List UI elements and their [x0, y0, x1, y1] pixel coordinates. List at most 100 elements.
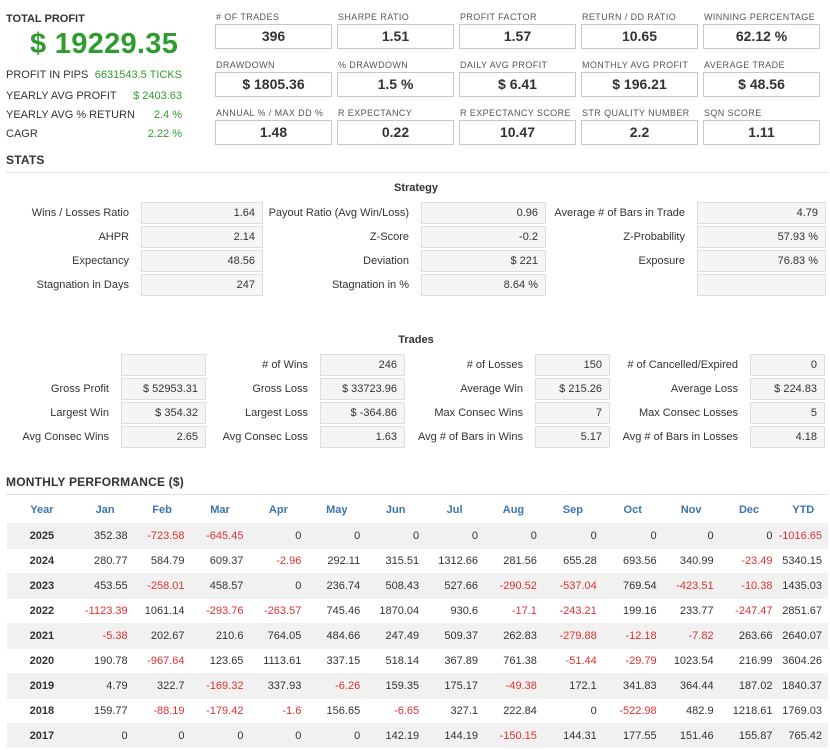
month-value-cell: 262.83	[484, 622, 543, 648]
metric-label: DRAWDOWN	[216, 60, 275, 70]
cagr-row: CAGR 2.22 %	[6, 128, 182, 144]
month-value-cell: 508.43	[366, 572, 426, 598]
table-row: 2017 0 0 0 0 0 142.19 144.19 -150.15 144.31 177.55…	[7, 722, 828, 748]
month-value-cell: 159.77	[76, 697, 134, 723]
metric-value: $ 1805.36	[215, 72, 332, 97]
trades-label: Avg # of Bars in Losses	[622, 431, 738, 443]
month-value-cell: -17.1	[484, 597, 543, 623]
month-value-cell: 144.31	[542, 722, 603, 748]
month-value-cell: 769.54	[602, 572, 663, 598]
trades-value	[121, 354, 206, 376]
metric-label: R EXPECTANCY SCORE	[460, 108, 571, 118]
trades-value: $ 33723.96	[320, 378, 405, 400]
month-value-cell: 292.11	[307, 547, 367, 573]
column-header-may: May	[307, 497, 367, 523]
month-value-cell: -12.18	[602, 622, 663, 648]
monthly-performance-table: Year Jan Feb Mar Apr May Jun Jul Aug Sep Oct Nov Dec…	[7, 497, 828, 748]
month-value-cell: 187.02	[719, 672, 779, 698]
month-value-cell: 222.84	[484, 697, 543, 723]
month-value-cell: 337.93	[249, 672, 308, 698]
month-value-cell: 765.42	[778, 722, 828, 748]
month-value-cell: -49.38	[484, 672, 543, 698]
info-label: YEARLY AVG PROFIT	[6, 90, 117, 102]
month-value-cell: 175.17	[425, 672, 485, 698]
month-value-cell: -243.21	[542, 597, 603, 623]
month-value-cell: -645.45	[190, 522, 250, 548]
month-value-cell: 0	[719, 522, 779, 548]
table-row: 2020 190.78 -967.64 123.65 1113.61 337.15 518.…	[7, 647, 828, 673]
table-row: 2023 453.55 -258.01 458.57 0 236.74 508.43 527.…	[7, 572, 828, 598]
month-value-cell: 1312.66	[425, 547, 485, 573]
info-value: 2.4 %	[153, 109, 182, 121]
month-value-cell: 156.65	[307, 697, 367, 723]
metric-label: PROFIT FACTOR	[460, 12, 537, 22]
metric-label: SQN SCORE	[704, 108, 762, 118]
trades-value: 1.63	[320, 426, 405, 448]
month-value-cell: 202.67	[133, 622, 191, 648]
month-value-cell: 1769.03	[778, 697, 828, 723]
metric-label: ANNUAL % / MAX DD %	[216, 108, 324, 118]
metric-label: SHARPE RATIO	[338, 12, 410, 22]
month-value-cell: 236.74	[307, 572, 367, 598]
info-value: $ 2403.63	[133, 90, 182, 102]
month-value-cell: 151.46	[662, 722, 720, 748]
month-value-cell: -29.79	[602, 647, 663, 673]
metric-card: WINNING PERCENTAGE 62.12 %	[703, 12, 820, 60]
year-cell: 2022	[7, 597, 77, 623]
month-value-cell: 280.77	[76, 547, 134, 573]
metric-card: DRAWDOWN $ 1805.36	[215, 60, 332, 108]
month-value-cell: 509.37	[425, 622, 485, 648]
divider	[6, 494, 828, 495]
metric-card: SHARPE RATIO 1.51	[337, 12, 454, 60]
strategy-value: 1.64	[141, 202, 263, 224]
strategy-label: Deviation	[363, 255, 409, 267]
strategy-value: 48.56	[141, 250, 263, 272]
strategy-value: $ 221	[421, 250, 546, 272]
month-value-cell: 0	[249, 522, 308, 548]
table-row: 2025 352.38 -723.58 -645.45 0 0 0 0 0 0 0 0 0 -1016.6…	[7, 522, 828, 548]
month-value-cell: 142.19	[366, 722, 426, 748]
metric-card: R EXPECTANCY SCORE 10.47	[459, 108, 576, 156]
month-value-cell: -723.58	[133, 522, 191, 548]
trades-value: 5	[750, 402, 825, 424]
month-value-cell: 144.19	[425, 722, 485, 748]
month-value-cell: 482.9	[662, 697, 720, 723]
month-value-cell: 2851.67	[778, 597, 828, 623]
metric-label: # OF TRADES	[216, 12, 280, 22]
month-value-cell: -967.64	[133, 647, 191, 673]
metric-label: DAILY AVG PROFIT	[460, 60, 548, 70]
metric-card: ANNUAL % / MAX DD % 1.48	[215, 108, 332, 156]
trades-value: 2.65	[121, 426, 206, 448]
info-value: 2.22 %	[147, 128, 182, 140]
strategy-value: -0.2	[421, 226, 546, 248]
yearly-avg-return-row: YEARLY AVG % RETURN 2.4 %	[6, 109, 182, 125]
month-value-cell: 367.89	[425, 647, 485, 673]
month-value-cell: 1061.14	[133, 597, 191, 623]
column-header-aug: Aug	[484, 497, 543, 523]
metric-card: # OF TRADES 396	[215, 12, 332, 60]
trades-label: Gross Profit	[50, 383, 109, 395]
month-value-cell: 123.65	[190, 647, 250, 673]
month-value-cell: 0	[484, 522, 543, 548]
table-header-row: Year Jan Feb Mar Apr May Jun Jul Aug Sep Oct Nov Dec…	[7, 497, 828, 523]
month-value-cell: 764.05	[249, 622, 308, 648]
month-value-cell: 0	[76, 722, 134, 748]
month-value-cell: 247.49	[366, 622, 426, 648]
column-header-feb: Feb	[133, 497, 191, 523]
metric-card: RETURN / DD RATIO 10.65	[581, 12, 698, 60]
year-cell: 2025	[7, 522, 77, 548]
month-value-cell: 0	[542, 697, 603, 723]
month-value-cell: -537.04	[542, 572, 603, 598]
metric-card: SQN SCORE 1.11	[703, 108, 820, 156]
year-cell: 2023	[7, 572, 77, 598]
month-value-cell: 1870.04	[366, 597, 426, 623]
month-value-cell: 761.38	[484, 647, 543, 673]
trades-value: 7	[535, 402, 610, 424]
info-label: PROFIT IN PIPS	[6, 69, 89, 81]
month-value-cell: 584.79	[133, 547, 191, 573]
month-value-cell: 155.87	[719, 722, 779, 748]
month-value-cell: -169.32	[190, 672, 250, 698]
trades-label: Largest Win	[50, 407, 109, 419]
info-label: CAGR	[6, 128, 38, 140]
month-value-cell: -51.44	[542, 647, 603, 673]
